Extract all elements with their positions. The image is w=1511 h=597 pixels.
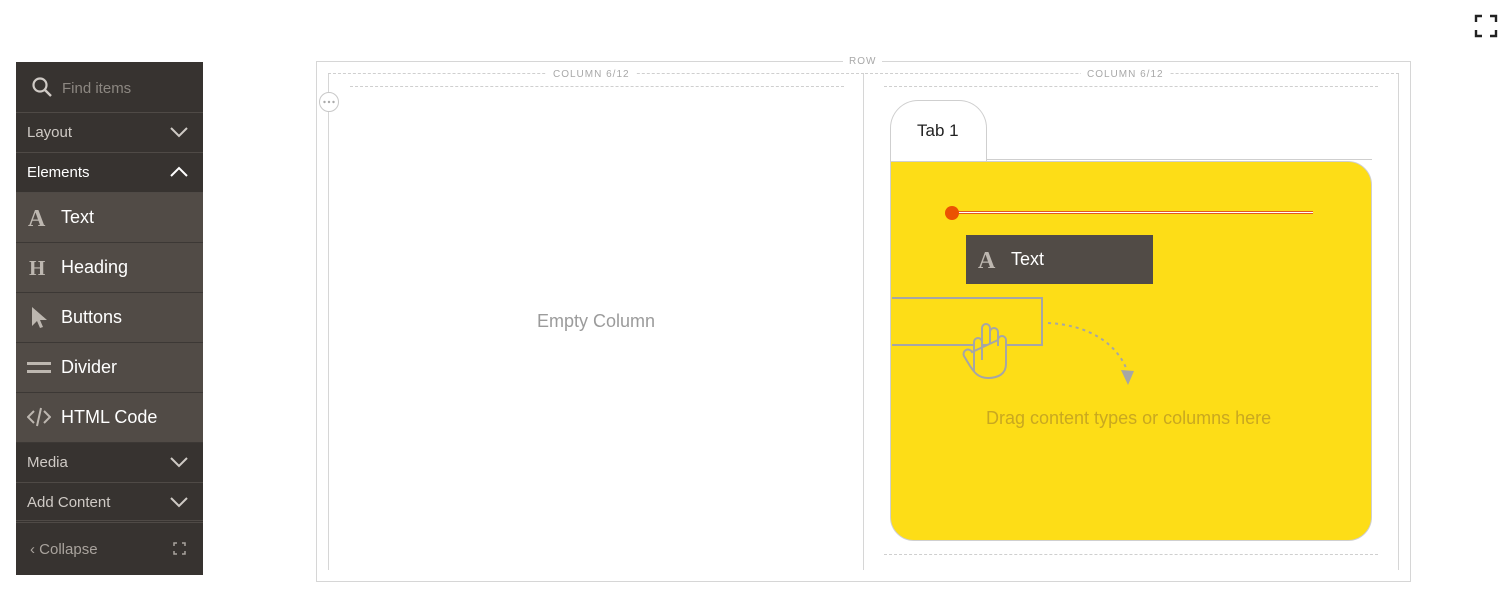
text-icon: A — [28, 206, 46, 229]
sidebar-item-text[interactable]: A Text — [16, 193, 203, 243]
collapse-label: Collapse — [39, 541, 98, 558]
drag-illustration-icon — [892, 297, 1134, 385]
collapse-bar: ‹ Collapse — [16, 520, 203, 575]
code-icon — [27, 407, 51, 427]
section-layout[interactable]: Layout — [16, 113, 203, 153]
section-label: Elements — [27, 164, 90, 181]
column-bottom-drop-line — [884, 554, 1378, 555]
row-label: ROW — [843, 56, 883, 67]
chevron-left-icon: ‹ — [30, 541, 40, 558]
svg-text:H: H — [29, 256, 45, 279]
item-label: HTML Code — [61, 407, 158, 427]
dragging-label: Text — [1011, 249, 1045, 269]
empty-column-text: Empty Column — [537, 311, 656, 331]
sidebar-item-buttons[interactable]: Buttons — [16, 293, 203, 343]
drop-indicator-line — [952, 211, 1313, 214]
search-box — [16, 62, 203, 113]
divider-icon — [27, 362, 51, 373]
cursor-icon — [32, 307, 47, 328]
svg-text:A: A — [978, 248, 996, 271]
section-label: Add Content — [27, 494, 111, 511]
heading-icon: H — [29, 256, 45, 279]
item-label: Text — [61, 207, 95, 227]
tab-1[interactable]: Tab 1 — [890, 100, 987, 161]
column-label: COLUMN 6/12 — [1081, 69, 1170, 80]
drop-indicator-dot — [945, 206, 959, 220]
item-label: Heading — [61, 257, 129, 277]
drag-hint-text: Drag content types or columns here — [986, 408, 1272, 428]
item-label: Divider — [61, 357, 118, 377]
chevron-down-icon — [170, 127, 188, 138]
sidebar-item-html-code[interactable]: HTML Code — [16, 393, 203, 443]
fullscreen-icon[interactable] — [1474, 14, 1498, 38]
section-label: Layout — [27, 124, 73, 141]
item-label: Buttons — [61, 307, 123, 327]
column-label: COLUMN 6/12 — [547, 69, 636, 80]
tab-label: Tab 1 — [917, 121, 959, 140]
collapse-button[interactable]: ‹ Collapse — [30, 541, 98, 558]
section-elements[interactable]: Elements — [16, 153, 203, 193]
section-add-content[interactable]: Add Content — [16, 483, 203, 523]
dragging-text-item[interactable]: A Text — [966, 235, 1153, 284]
search-input[interactable] — [60, 77, 194, 99]
search-icon — [32, 77, 52, 97]
section-label: Media — [27, 454, 68, 471]
more-dots-icon — [323, 100, 335, 104]
column-drop-line — [350, 86, 844, 87]
text-icon: A — [978, 248, 996, 271]
content-panel-sidebar: Layout Elements A Text H Heading Buttons… — [16, 62, 203, 575]
chevron-down-icon — [170, 497, 188, 508]
column-drop-line — [884, 86, 1378, 87]
section-media[interactable]: Media — [16, 443, 203, 483]
chevron-up-icon — [170, 166, 188, 177]
sidebar-item-divider[interactable]: Divider — [16, 343, 203, 393]
tab-header-line — [986, 159, 1372, 160]
svg-text:A: A — [28, 206, 46, 229]
options-menu-button[interactable] — [319, 92, 339, 112]
chevron-down-icon — [170, 457, 188, 468]
sidebar-item-heading[interactable]: H Heading — [16, 243, 203, 293]
fullscreen-icon[interactable] — [173, 542, 186, 555]
